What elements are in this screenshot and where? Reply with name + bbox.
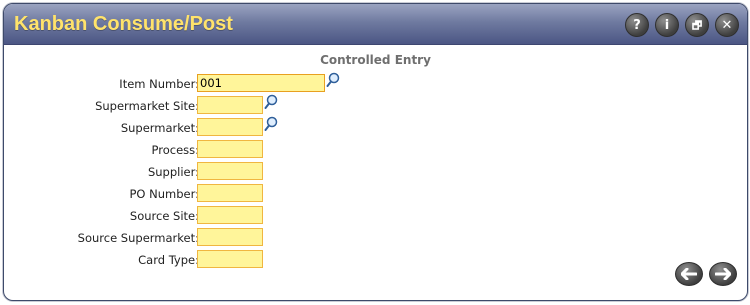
- help-icon[interactable]: ?: [625, 13, 649, 37]
- search-icon[interactable]: [264, 94, 278, 110]
- form-input[interactable]: [197, 140, 263, 158]
- form-input[interactable]: [197, 250, 263, 268]
- form-input[interactable]: [197, 184, 263, 202]
- form-input[interactable]: [197, 162, 263, 180]
- app-window: Kanban Consume/Post ? i 🗗 ✕ Controlled E…: [3, 3, 748, 301]
- field-label: Supplier:: [147, 165, 199, 179]
- search-icon[interactable]: [264, 116, 278, 132]
- form-input[interactable]: [197, 96, 263, 114]
- field-label: Card Type:: [138, 253, 199, 267]
- field-label: Source Supermarket:: [77, 231, 199, 245]
- item-number-input[interactable]: 001: [197, 74, 325, 92]
- restore-icon[interactable]: 🗗: [685, 13, 709, 37]
- form-input[interactable]: [197, 118, 263, 136]
- close-icon[interactable]: ✕: [715, 13, 739, 37]
- search-icon[interactable]: [326, 72, 340, 88]
- field-label: PO Number:: [129, 187, 199, 201]
- title-bar: Kanban Consume/Post ? i 🗗 ✕: [4, 4, 747, 45]
- field-label: Source Site:: [129, 209, 199, 223]
- arrow-left-icon[interactable]: [675, 262, 703, 286]
- navigation-buttons: [675, 262, 737, 286]
- arrow-right-icon[interactable]: [709, 262, 737, 286]
- field-label: Item Number:: [119, 77, 199, 91]
- field-label: Supermarket:: [120, 121, 199, 135]
- window-controls: ? i 🗗 ✕: [625, 13, 739, 37]
- field-label: Process:: [151, 143, 200, 157]
- form-input[interactable]: [197, 228, 263, 246]
- window-title: Kanban Consume/Post: [14, 13, 233, 35]
- form-input[interactable]: [197, 206, 263, 224]
- field-label: Supermarket Site:: [95, 99, 199, 113]
- info-icon[interactable]: i: [655, 13, 679, 37]
- section-title: Controlled Entry: [320, 53, 431, 67]
